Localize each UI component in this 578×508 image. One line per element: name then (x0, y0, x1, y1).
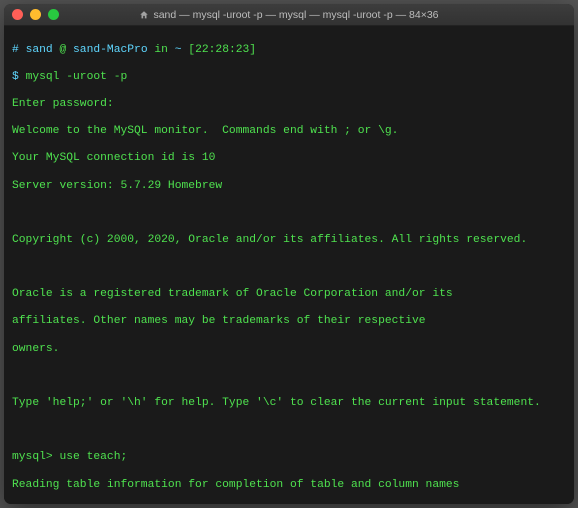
prompt-hash: # (12, 44, 19, 56)
mysql-prompt-line: mysql> use teach; (12, 451, 566, 465)
prompt-user: sand (26, 44, 53, 56)
output-line: owners. (12, 343, 566, 357)
output-line: Reading table information for completion… (12, 479, 566, 493)
output-line: Type 'help;' or '\h' for help. Type '\c'… (12, 397, 566, 411)
blank-line (12, 261, 566, 275)
terminal-window: sand — mysql -uroot -p — mysql — mysql -… (4, 4, 574, 504)
titlebar[interactable]: sand — mysql -uroot -p — mysql — mysql -… (4, 4, 574, 26)
terminal-body[interactable]: # sand @ sand-MacPro in ~ [22:28:23] $ m… (4, 26, 574, 504)
traffic-lights (12, 9, 59, 20)
output-line: Server version: 5.7.29 Homebrew (12, 180, 566, 194)
shell-command: mysql -uroot -p (26, 71, 128, 83)
prompt-time: [22:28:23] (188, 44, 256, 56)
blank-line (12, 207, 566, 221)
mysql-prompt: mysql> (12, 451, 53, 463)
shell-command-line: $ mysql -uroot -p (12, 71, 566, 85)
zoom-icon[interactable] (48, 9, 59, 20)
shell-prompt-line: # sand @ sand-MacPro in ~ [22:28:23] (12, 44, 566, 58)
prompt-at: @ (59, 44, 66, 56)
output-line: affiliates. Other names may be trademark… (12, 315, 566, 329)
output-line: Enter password: (12, 98, 566, 112)
prompt-path: ~ (175, 44, 182, 56)
output-line: Oracle is a registered trademark of Orac… (12, 288, 566, 302)
blank-line (12, 424, 566, 438)
output-line: Welcome to the MySQL monitor. Commands e… (12, 125, 566, 139)
prompt-dollar: $ (12, 71, 19, 83)
output-line: Copyright (c) 2000, 2020, Oracle and/or … (12, 234, 566, 248)
mysql-command: use teach; (59, 451, 127, 463)
prompt-in: in (154, 44, 168, 56)
home-icon (139, 10, 149, 20)
window-title-text: sand — mysql -uroot -p — mysql — mysql -… (153, 9, 438, 21)
prompt-host: sand-MacPro (73, 44, 148, 56)
output-line: Your MySQL connection id is 10 (12, 152, 566, 166)
window-title: sand — mysql -uroot -p — mysql — mysql -… (4, 9, 574, 21)
close-icon[interactable] (12, 9, 23, 20)
minimize-icon[interactable] (30, 9, 41, 20)
blank-line (12, 370, 566, 384)
